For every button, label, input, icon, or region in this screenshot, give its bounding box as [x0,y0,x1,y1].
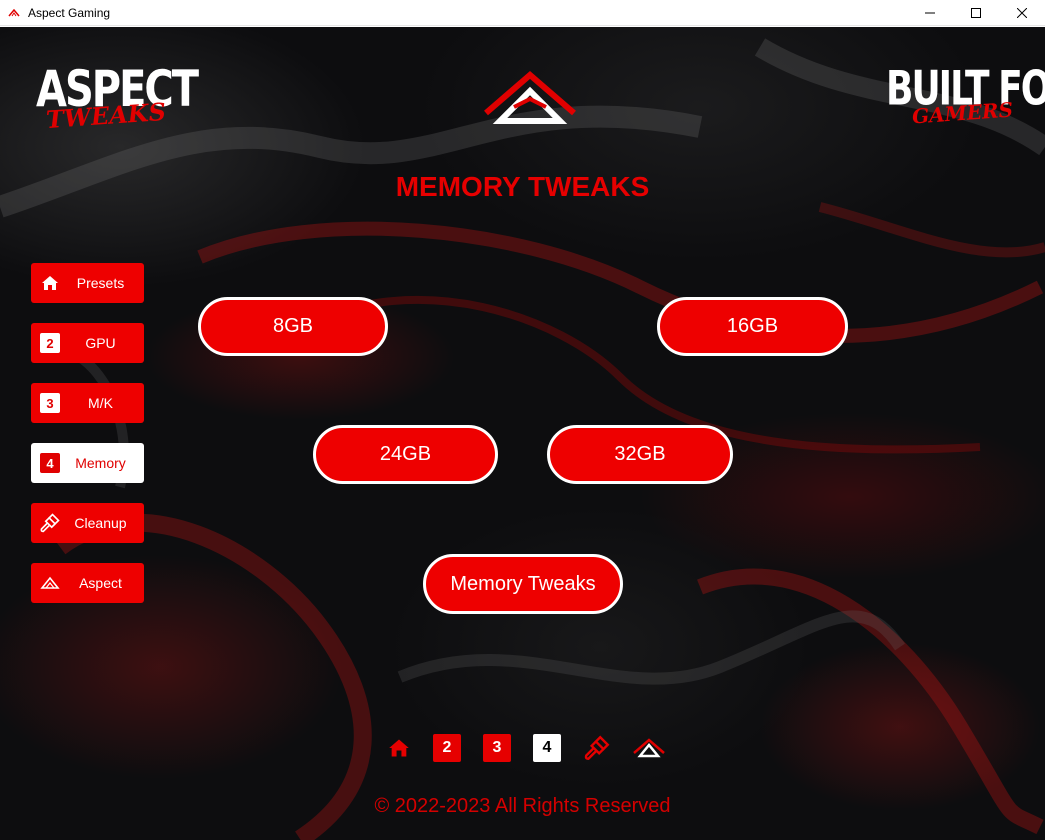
bottom-nav-aspect[interactable] [632,733,666,763]
brush-icon [584,735,610,760]
sidebar-item-aspect[interactable]: Aspect [31,563,144,603]
sidebar-item-label: Presets [76,275,125,291]
maximize-button[interactable] [953,0,999,26]
aspect-logo-icon [39,572,61,594]
bottom-nav-2[interactable]: 2 [432,733,462,763]
number-badge-icon: 3 [483,734,511,762]
bottom-nav-3[interactable]: 3 [482,733,512,763]
app-window: ASPECT TWEAKS BUILT FOR GAMERS MEMORY TW… [0,27,1045,840]
brush-icon [39,512,61,534]
24gb-button[interactable]: 24GB [313,425,498,484]
close-icon [1017,8,1027,18]
bottom-nav-cleanup[interactable] [582,733,612,763]
app-icon [6,5,22,21]
sidebar-item-label: M/K [88,395,113,411]
home-icon [389,739,409,757]
sidebar-item-label: GPU [85,335,116,351]
memory-tweaks-button[interactable]: Memory Tweaks [423,554,623,614]
home-icon [39,272,61,294]
sidebar-item-label: Cleanup [74,515,127,531]
page-title: MEMORY TWEAKS [395,171,650,202]
bottom-nav-home[interactable] [384,733,414,763]
sidebar-item-mk[interactable]: 3 M/K [31,383,144,423]
number-badge-icon: 4 [40,453,60,473]
aspect-logo-icon [484,69,576,127]
16gb-button[interactable]: 16GB [657,297,848,356]
aspect-tweaks-logo: ASPECT TWEAKS [36,61,199,136]
minimize-icon [925,12,935,14]
maximize-icon [971,8,981,18]
title-bar: Aspect Gaming [0,0,1045,26]
sidebar-item-gpu[interactable]: 2 GPU [31,323,144,363]
number-badge-icon: 4 [533,734,561,762]
sidebar-item-memory[interactable]: 4 Memory [31,443,144,483]
number-badge-icon: 2 [433,734,461,762]
sidebar-item-label: Aspect [79,575,122,591]
sidebar-item-cleanup[interactable]: Cleanup [31,503,144,543]
aspect-logo-icon [633,738,665,758]
32gb-button[interactable]: 32GB [547,425,733,484]
number-badge-icon: 2 [40,333,60,353]
8gb-button[interactable]: 8GB [198,297,388,356]
minimize-button[interactable] [907,0,953,26]
copyright-footer: © 2022-2023 All Rights Reserved [374,795,671,817]
bottom-nav-4[interactable]: 4 [532,733,562,763]
window-title: Aspect Gaming [28,5,111,20]
close-button[interactable] [999,0,1045,26]
built-for-gamers-logo: BUILT FOR GAMERS [886,63,1045,133]
background-swirls [0,38,1045,840]
number-badge-icon: 3 [40,393,60,413]
sidebar-item-presets[interactable]: Presets [31,263,144,303]
sidebar-item-label: Memory [75,455,126,471]
